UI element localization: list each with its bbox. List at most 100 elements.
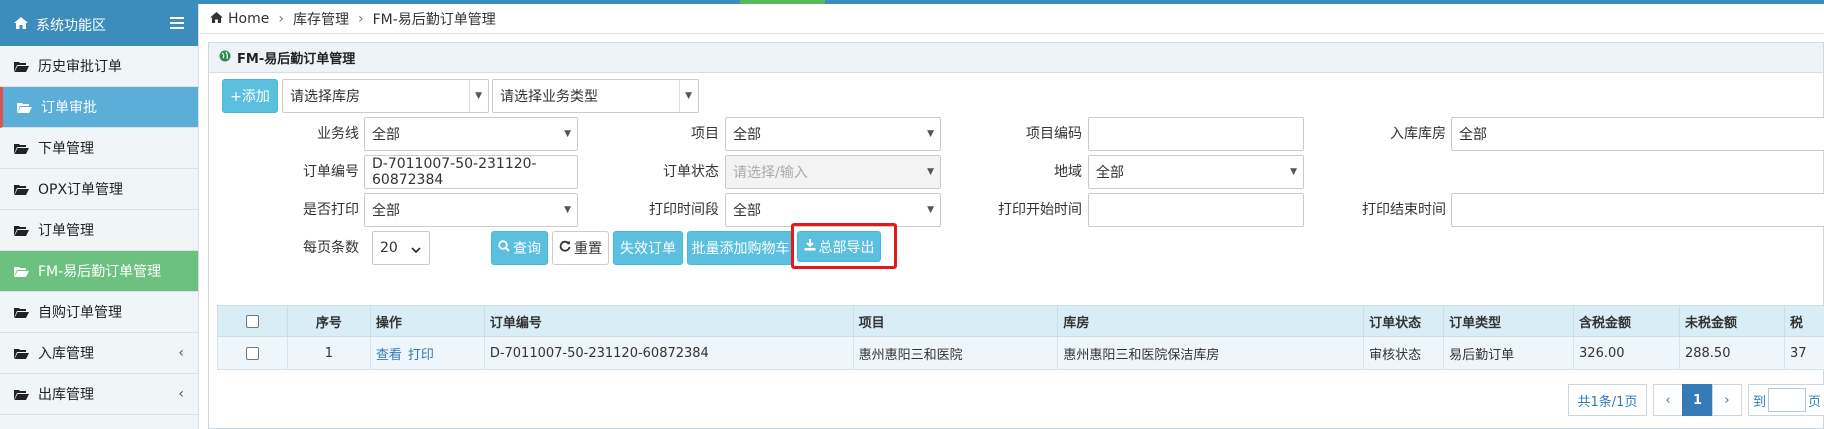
main-content: Home › 库存管理 › FM-易后勤订单管理 FM-易后勤订单管理 +添加 … [200,4,1824,429]
home-icon [14,17,28,33]
breadcrumb-inventory[interactable]: 库存管理 [293,9,349,29]
breadcrumb-separator: › [357,10,364,27]
sidebar-item-opx-orders[interactable]: OPX订单管理 [0,169,198,210]
reset-button[interactable]: 重置 [552,231,609,265]
region-select[interactable]: 全部 ▼ [1088,155,1304,189]
inbound-warehouse-value: 全部 [1459,127,1487,143]
header-operation: 操作 [369,305,485,337]
caret-down-icon: ▼ [927,205,934,215]
sidebar-item-orders[interactable]: 订单管理 [0,210,198,251]
page-size-value: 20 [380,240,398,256]
chevron-down-icon [411,242,421,258]
order-panel: FM-易后勤订单管理 +添加 请选择库房 ▼ 请选择业务类型 ▼ 业务线 全部 … [208,42,1824,429]
invalid-orders-button[interactable]: 失效订单 [613,231,683,265]
warehouse-select-value: 请选择库房 [290,89,360,105]
caret-down-icon: ▼ [564,205,571,215]
page-1-button[interactable]: 1 [1682,384,1713,416]
sidebar-item-outbound[interactable]: 出库管理 ‹ [0,374,198,415]
sidebar-item-self-purchase[interactable]: 自购订单管理 [0,292,198,333]
sidebar-item-order-approval[interactable]: 订单审批 [0,87,198,128]
print-end-input[interactable] [1451,193,1824,227]
globe-icon [219,50,231,66]
print-period-select[interactable]: 全部 ▼ [725,193,941,227]
next-page-button[interactable]: › [1712,384,1742,416]
sidebar-item-label: FM-易后勤订单管理 [38,264,162,280]
caret-down-icon: ▼ [685,91,692,101]
page-size-label: 每页条数 [303,240,359,256]
table-row: 1 查看 打印 D-7011007-50-231120-60872384 惠州惠阳… [217,336,1824,370]
order-no-input[interactable]: D-7011007-50-231120-60872384 [364,155,578,189]
business-line-select[interactable]: 全部 ▼ [364,117,578,151]
folder-open-icon [14,348,29,359]
pagination: 共1条/1页 ‹ 1 › 到 页 [1568,384,1824,416]
sidebar-item-label: OPX订单管理 [38,182,124,198]
chevron-left-icon: ‹ [178,345,184,361]
goto-prefix: 到 [1753,394,1767,410]
row-checkbox[interactable] [245,346,259,360]
business-type-select[interactable]: 请选择业务类型 ▼ [492,79,699,113]
order-no-label: 订单编号 [303,164,359,180]
folder-open-icon [14,143,29,154]
printed-select[interactable]: 全部 ▼ [364,193,578,227]
query-button-label: 查询 [513,241,541,257]
view-link[interactable]: 查看 [376,348,402,363]
sidebar-item-history-approval[interactable]: 历史审批订单 [0,46,198,87]
reset-button-label: 重置 [574,241,602,257]
print-start-label: 打印开始时间 [998,202,1082,218]
sidebar-item-label: 订单管理 [38,223,94,239]
sidebar-item-label: 下单管理 [38,141,94,157]
cell-amount-notax: 288.50 [1678,336,1785,370]
chevron-left-icon: ‹ [178,386,184,402]
sidebar-item-fm-orders[interactable]: FM-易后勤订单管理 [0,251,198,292]
page-size-select[interactable]: 20 [372,231,430,265]
caret-down-icon: ▼ [1290,167,1297,177]
caret-down-icon: ▼ [564,129,571,139]
breadcrumb-home[interactable]: Home [228,11,269,27]
batch-add-cart-button[interactable]: 批量添加购物车 [687,231,794,265]
cell-operation: 查看 打印 [369,336,485,370]
header-order-no: 订单编号 [483,305,854,337]
project-code-input[interactable] [1088,117,1304,151]
prev-page-button[interactable]: ‹ [1653,384,1683,416]
order-status-select[interactable]: 请选择/输入 ▼ [725,155,941,189]
add-button[interactable]: +添加 [222,79,278,113]
folder-open-icon [14,225,29,236]
inbound-warehouse-label: 入库库房 [1390,126,1446,142]
folder-open-icon [14,389,29,400]
breadcrumb: Home › 库存管理 › FM-易后勤订单管理 [200,4,1824,34]
header-amount-tax: 含税金额 [1573,305,1680,337]
cell-project: 惠州惠阳三和医院 [852,336,1059,370]
cell-tax: 37 [1783,336,1824,370]
sidebar-item-inbound[interactable]: 入库管理 ‹ [0,333,198,374]
row-select-cell [217,336,288,370]
select-divider [679,80,680,112]
warehouse-select[interactable]: 请选择库房 ▼ [282,79,489,113]
header-warehouse: 库房 [1057,305,1365,337]
inbound-warehouse-select[interactable]: 全部 [1451,117,1824,151]
sidebar-item-label: 历史审批订单 [38,59,122,75]
menu-toggle-icon[interactable] [170,17,184,33]
query-button[interactable]: 查询 [491,231,548,265]
order-status-label: 订单状态 [663,164,719,180]
folder-open-icon [14,61,29,72]
print-link[interactable]: 打印 [408,348,434,363]
breadcrumb-separator: › [278,10,284,27]
cell-order-no: D-7011007-50-231120-60872384 [483,336,854,370]
breadcrumb-current: FM-易后勤订单管理 [372,11,496,28]
folder-open-icon [14,307,29,318]
caret-down-icon: ▼ [475,91,482,101]
folder-open-icon [14,266,29,277]
business-type-select-value: 请选择业务类型 [500,89,598,105]
cell-amount-tax: 326.00 [1573,336,1680,370]
sidebar-item-place-order[interactable]: 下单管理 [0,128,198,169]
goto-page-input[interactable] [1768,388,1807,412]
refresh-icon [559,240,571,256]
print-end-label: 打印结束时间 [1362,202,1446,218]
region-label: 地域 [1054,164,1082,180]
select-all-checkbox[interactable] [245,314,259,328]
export-all-button[interactable]: 总部导出 [797,231,881,262]
panel-title: FM-易后勤订单管理 [237,52,356,67]
project-select[interactable]: 全部 ▼ [725,117,941,151]
print-start-input[interactable] [1088,193,1304,227]
business-line-label: 业务线 [317,126,359,142]
